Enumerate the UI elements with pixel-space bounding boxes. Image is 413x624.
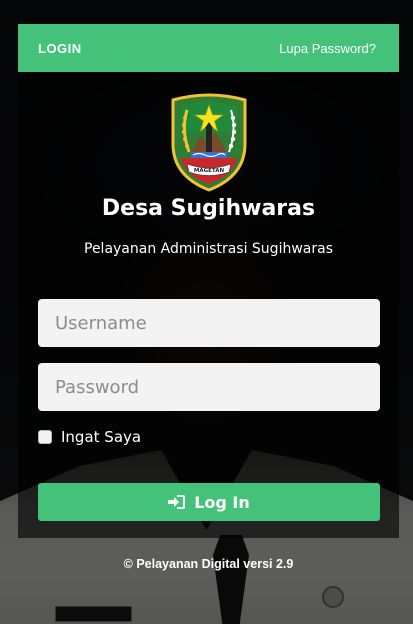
login-button[interactable]: Log In — [38, 483, 380, 521]
login-button-label: Log In — [194, 492, 250, 512]
site-subtitle: Pelayanan Administrasi Sugihwaras — [84, 241, 333, 257]
password-input[interactable] — [38, 363, 380, 411]
remember-me-option[interactable]: Ingat Saya — [38, 428, 141, 446]
version-footer: © Pelayanan Digital versi 2.9 — [123, 557, 294, 571]
login-header-title: LOGIN — [38, 40, 82, 56]
remember-me-label: Ingat Saya — [61, 428, 142, 446]
login-screen: LOGIN Lupa Password? MAGETAN Desa Sugihw… — [0, 0, 413, 624]
site-title: Desa Sugihwaras — [101, 196, 316, 221]
forgot-password-link[interactable]: Lupa Password? — [279, 41, 376, 56]
emblem-ribbon-text: MAGETAN — [194, 168, 225, 174]
magetan-regency-emblem-icon: MAGETAN — [171, 93, 247, 192]
remember-me-checkbox[interactable] — [38, 430, 52, 444]
sign-in-icon — [168, 495, 186, 509]
username-input[interactable] — [38, 299, 380, 347]
login-header-bar: LOGIN Lupa Password? — [18, 24, 399, 72]
